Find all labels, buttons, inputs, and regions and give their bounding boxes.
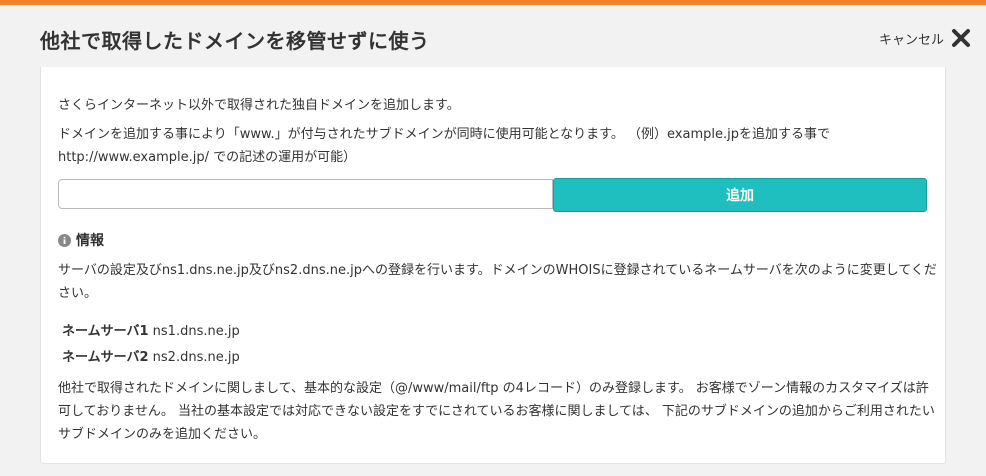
nameserver-2: ネームサーバ2 ns2.dns.ne.jp [62,346,240,365]
www-note-text: ドメインを追加する事により「www.」が付与されたサブドメインが同時に使用可能と… [58,127,830,165]
close-icon[interactable] [950,27,972,49]
nameserver-1: ネームサーバ1 ns1.dns.ne.jp [62,320,240,339]
zone-policy-text: 他社で取得されたドメインに関しまして、基本的な設定（@/www/mail/ftp… [58,381,935,442]
modal-header: 他社で取得したドメインを移管せずに使う キャンセル [0,5,986,67]
nameserver-2-value: ns2.dns.ne.jp [152,350,240,365]
domain-input[interactable] [58,179,553,209]
add-domain-row: 追加 [58,178,928,212]
info-heading-label: 情報 [76,233,104,249]
nameserver-1-label: ネームサーバ1 [62,324,149,339]
info-heading: 情報 [58,230,104,250]
content-panel: さくらインターネット以外で取得された独自ドメインを追加します。 ドメインを追加す… [40,67,946,464]
info-text: サーバの設定及びns1.dns.ne.jp及びns2.dns.ne.jpへの登録… [58,263,937,301]
info-icon [58,233,71,247]
intro-text: さくらインターネット以外で取得された独自ドメインを追加します。 [58,98,460,113]
nameserver-1-value: ns1.dns.ne.jp [152,324,240,339]
cancel-label: キャンセル [878,32,944,48]
page-title: 他社で取得したドメインを移管せずに使う [40,29,430,53]
nameserver-2-label: ネームサーバ2 [62,350,149,365]
cancel-button[interactable]: キャンセル [879,27,972,49]
add-button[interactable]: 追加 [553,178,927,212]
